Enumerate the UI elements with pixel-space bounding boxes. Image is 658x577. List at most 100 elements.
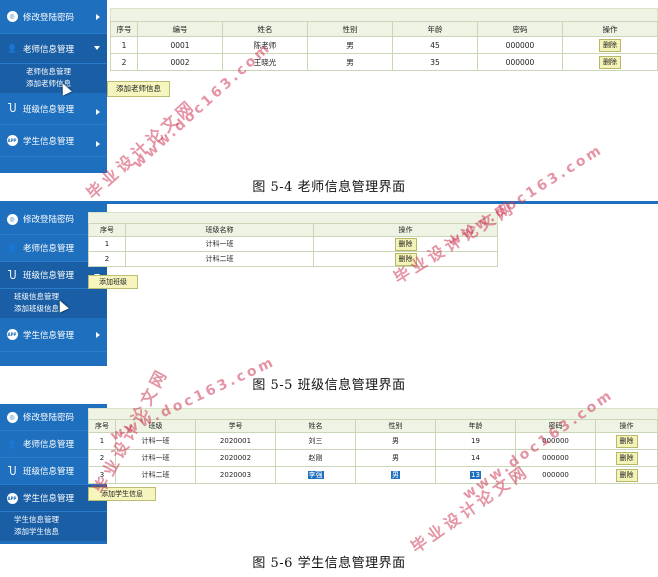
menu-label: 老师信息管理 [23, 44, 75, 55]
chevron-down-icon [94, 46, 100, 50]
add-class-button[interactable]: 添加班级 [88, 275, 138, 289]
column-header: 班级 [115, 419, 196, 433]
menu-label: 学生信息管理 [23, 136, 75, 147]
cell: 000000 [477, 53, 563, 71]
cell: 男 [355, 466, 436, 484]
table-row: 1 计科一班 删除 [88, 236, 498, 252]
cell: 李强 [275, 466, 356, 484]
delete-button[interactable]: 删除 [615, 451, 638, 465]
menu-label: 修改登陆密码 [23, 413, 75, 423]
add-teacher-button[interactable]: 添加老师信息 [107, 81, 170, 97]
cell: 王晓光 [222, 53, 308, 71]
cell: 45 [392, 36, 478, 54]
cell: 2020003 [195, 466, 276, 484]
delete-button[interactable]: 删除 [599, 55, 621, 69]
cell: 000000 [515, 466, 596, 484]
submenu-item-student-list[interactable]: 学生信息管理 [14, 514, 107, 526]
student-submenu: 学生信息管理 添加学生信息 [0, 512, 107, 541]
add-student-button[interactable]: 添加学生信息 [88, 487, 156, 501]
column-header: 操作 [595, 419, 658, 433]
delete-button[interactable]: 删除 [615, 434, 638, 448]
cell: 000000 [515, 449, 596, 467]
column-header: 操作 [313, 223, 498, 237]
column-header: 密码 [477, 21, 563, 37]
cell: 2020002 [195, 449, 276, 467]
cell: 2 [88, 251, 126, 267]
cell: 刘三 [275, 432, 356, 450]
column-header: 年龄 [435, 419, 516, 433]
chevron-right-icon [96, 141, 100, 147]
app-icon: APP [6, 329, 18, 341]
cell: 删除 [313, 251, 498, 267]
column-header: 操作 [562, 21, 658, 37]
delete-button[interactable]: 删除 [615, 468, 638, 482]
figure-student-management: ◎ 修改登陆密码 👤 老师信息管理 Ⴎ 班级信息管理 APP 学生信息管理 学生… [0, 400, 658, 577]
password-icon: ◎ [6, 411, 18, 423]
chevron-right-icon [96, 109, 100, 115]
table-header-row: 序号 班级 学号 姓名 性别 年龄 密码 操作 [88, 419, 658, 433]
column-header: 性别 [307, 21, 393, 37]
menu-label: 修改登陆密码 [23, 12, 75, 23]
class-icon: Ⴎ [7, 102, 17, 115]
column-header: 学号 [195, 419, 276, 433]
cell: 陈老师 [222, 36, 308, 54]
menu-class-management[interactable]: Ⴎ 班级信息管理 [0, 93, 107, 125]
menu-label: 老师信息管理 [23, 440, 75, 450]
sidebar: ◎ 修改登陆密码 👤 老师信息管理 老师信息管理 添加老师信息 Ⴎ 班级信息管理… [0, 0, 107, 173]
cell: 删除 [595, 466, 658, 484]
cell: 35 [392, 53, 478, 71]
cell: 000000 [515, 432, 596, 450]
submenu-item-teacher-list[interactable]: 老师信息管理 [26, 66, 107, 78]
cell: 1 [88, 432, 116, 450]
cell: 0001 [137, 36, 223, 54]
table-row: 2 计科二班 删除 [88, 251, 498, 267]
cell: 计科二班 [115, 466, 196, 484]
cell: 计科一班 [125, 236, 314, 252]
submenu-item-add-student[interactable]: 添加学生信息 [14, 526, 107, 538]
table-header-row: 序号 班级名称 操作 [88, 223, 498, 237]
selected-text: 李强 [307, 471, 324, 479]
cell: 赵刚 [275, 449, 356, 467]
cell: 19 [435, 432, 516, 450]
menu-label: 老师信息管理 [23, 244, 75, 254]
password-icon: ◎ [6, 213, 18, 225]
column-header: 密码 [515, 419, 596, 433]
menu-student-management[interactable]: APP 学生信息管理 [0, 125, 107, 157]
menu-change-password[interactable]: ◎ 修改登陆密码 [0, 0, 107, 34]
teacher-submenu: 老师信息管理 添加老师信息 [0, 64, 107, 93]
user-icon: 👤 [7, 439, 17, 449]
selected-text: 13 [470, 471, 481, 479]
user-icon: 👤 [7, 44, 17, 53]
menu-student-management[interactable]: APP 学生信息管理 [0, 318, 107, 352]
table-row: 2 0002 王晓光 男 35 000000 删除 [110, 53, 658, 71]
figure-teacher-management: ◎ 修改登陆密码 👤 老师信息管理 老师信息管理 添加老师信息 Ⴎ 班级信息管理… [0, 0, 658, 200]
menu-label: 班级信息管理 [23, 271, 75, 281]
chevron-right-icon [96, 14, 100, 20]
table-row: 3 计科二班 2020003 李强 男 13 000000 删除 [88, 466, 658, 484]
selected-text: 男 [391, 471, 400, 479]
menu-label: 班级信息管理 [23, 104, 75, 115]
cell: 计科二班 [125, 251, 314, 267]
table-row: 1 0001 陈老师 男 45 000000 删除 [110, 36, 658, 54]
table-row: 2 计科一班 2020002 赵刚 男 14 000000 删除 [88, 449, 658, 467]
figure-caption: 图 5-5 班级信息管理界面 [252, 378, 406, 393]
app-icon: APP [6, 135, 18, 147]
column-header: 序号 [110, 21, 138, 37]
figure-caption: 图 5-4 老师信息管理界面 [252, 180, 406, 195]
cell: 删除 [562, 53, 658, 71]
delete-button[interactable]: 删除 [394, 237, 417, 251]
cell: 3 [88, 466, 116, 484]
column-header: 年龄 [392, 21, 478, 37]
cell: 14 [435, 449, 516, 467]
cell: 2020001 [195, 432, 276, 450]
figure-class-management: ◎ 修改登陆密码 👤 老师信息管理 Ⴎ 班级信息管理 班级信息管理 添加班级信息… [0, 204, 658, 398]
column-header: 姓名 [222, 21, 308, 37]
menu-teacher-management[interactable]: 👤 老师信息管理 [0, 34, 107, 64]
password-icon: ◎ [6, 11, 18, 23]
cell: 计科一班 [115, 432, 196, 450]
cell: 删除 [313, 236, 498, 252]
delete-button[interactable]: 删除 [394, 252, 417, 266]
cell: 男 [355, 449, 436, 467]
delete-button[interactable]: 删除 [599, 38, 621, 52]
cell: 男 [307, 36, 393, 54]
